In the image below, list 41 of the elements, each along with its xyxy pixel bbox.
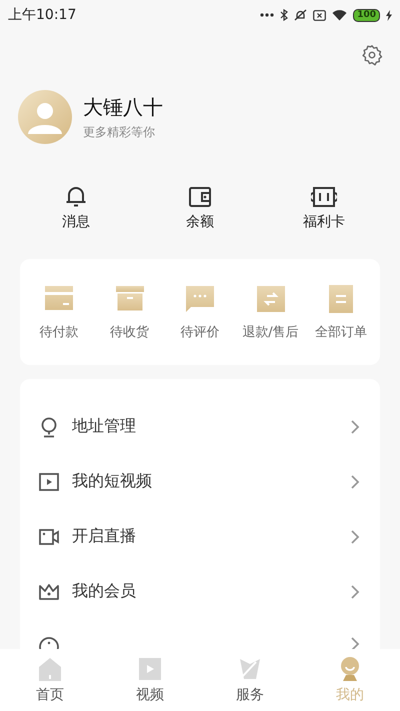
bluetooth-icon (280, 9, 288, 21)
shortcut-label[interactable]: 余额 (186, 213, 214, 231)
menu-item[interactable]: 我的会员 (20, 564, 380, 619)
more-dots-icon (260, 12, 274, 18)
chevron-right-icon (350, 636, 360, 649)
list-icon[interactable] (326, 283, 356, 315)
nav-tab[interactable]: 首页 (15, 656, 85, 704)
avatar[interactable] (18, 90, 72, 144)
nav-tab[interactable]: 服务 (215, 656, 285, 704)
menu-item[interactable]: 开启直播 (20, 509, 380, 564)
menu-item[interactable]: 我的短视频 (20, 454, 380, 509)
play-icon (38, 470, 60, 492)
battery-level: 100 (353, 8, 380, 22)
order-label[interactable]: 待收货 (110, 323, 149, 341)
order-label[interactable]: 待评价 (180, 323, 220, 341)
shortcut-label[interactable]: 消息 (62, 213, 90, 231)
clock-time: 上午10:17 (8, 6, 76, 24)
user-tagline: 更多精彩等你 (83, 124, 156, 140)
chevron-right-icon (350, 418, 360, 434)
chat-icon[interactable] (185, 283, 215, 315)
exchange-icon[interactable] (256, 283, 286, 315)
ticket-icon[interactable] (311, 184, 337, 210)
chevron-right-icon (350, 528, 360, 544)
nav-tab[interactable]: 视频 (115, 656, 185, 704)
chevron-right-icon (350, 474, 360, 490)
charging-icon (386, 10, 392, 20)
order-label[interactable]: 全部订单 (315, 323, 367, 341)
wallet-icon[interactable] (187, 184, 213, 210)
menu-item[interactable]: 地址管理 (20, 399, 380, 454)
chevron-right-icon (350, 584, 360, 600)
house-icon (37, 656, 63, 682)
settings-icon[interactable] (361, 44, 383, 66)
play-icon (137, 656, 163, 682)
user-name: 大锤八十 (83, 94, 163, 120)
sim-off-icon (313, 10, 326, 20)
wifi-icon (332, 10, 348, 20)
shortcut-label[interactable]: 福利卡 (303, 213, 345, 231)
order-label[interactable]: 待付款 (40, 323, 78, 341)
muted-bell-icon (294, 9, 308, 21)
order-label[interactable]: 退款/售后 (242, 323, 299, 341)
service-icon (237, 656, 263, 682)
